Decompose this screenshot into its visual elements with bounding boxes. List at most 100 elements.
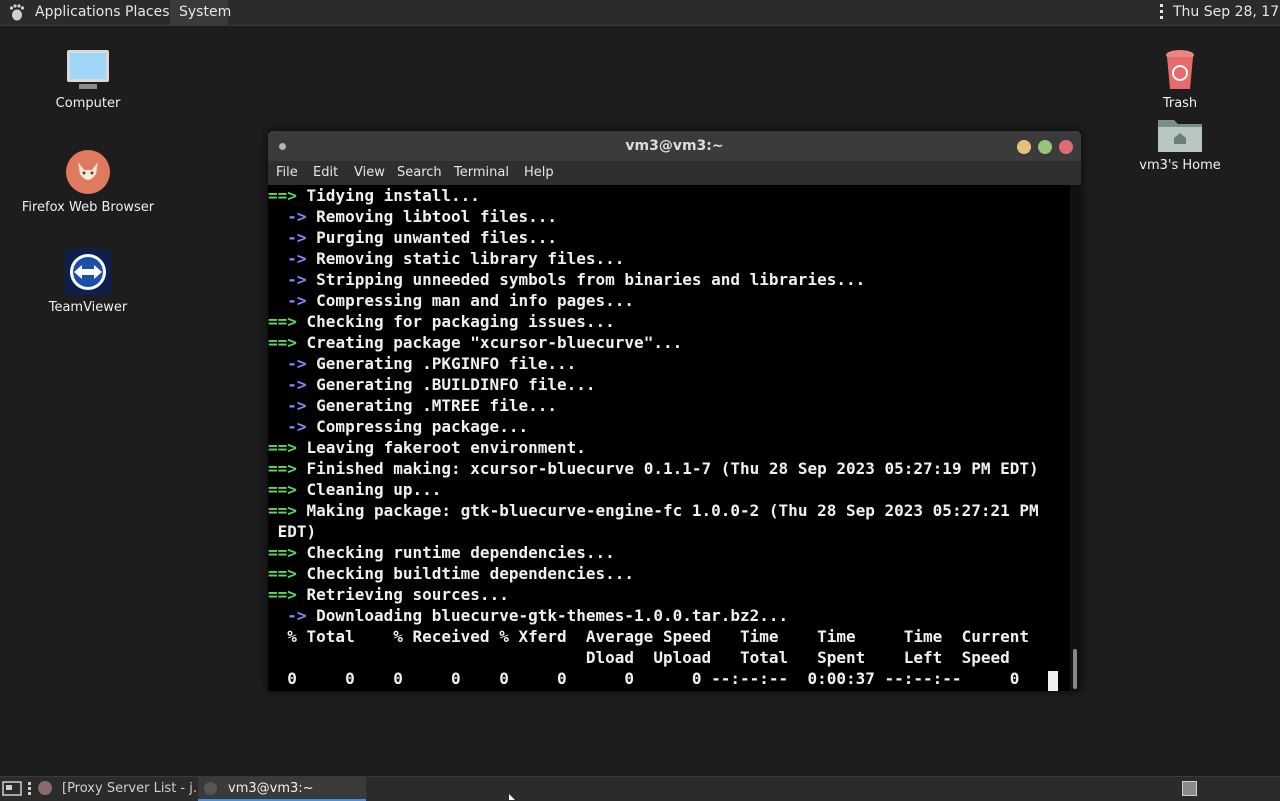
- terminal-menu-help[interactable]: Help: [524, 165, 554, 180]
- terminal-line-prefix: ==>: [268, 333, 297, 352]
- taskbar-item-label: vm3@vm3:~: [228, 781, 314, 796]
- terminal-line-prefix: ==>: [268, 543, 297, 562]
- minimize-button[interactable]: [1017, 140, 1031, 154]
- terminal-line-text: Cleaning up...: [296, 480, 442, 499]
- terminal-menubar: File Edit View Search Terminal Help: [268, 161, 1081, 185]
- terminal-line: -> Compressing package...: [268, 416, 528, 437]
- bottom-panel: [Proxy Server List - j... vm3@vm3:~: [0, 776, 1280, 801]
- maximize-button[interactable]: [1038, 140, 1052, 154]
- terminal-menu-edit[interactable]: Edit: [313, 165, 338, 180]
- panel-handle-icon[interactable]: [28, 782, 32, 796]
- terminal-line: % Total % Received % Xferd Average Speed…: [268, 626, 1029, 647]
- gnome-foot-icon[interactable]: [8, 3, 26, 21]
- terminal-line: ==> Tidying install...: [268, 185, 480, 206]
- panel-handle-icon[interactable]: [1160, 4, 1164, 21]
- terminal-line-text: Stripping unneeded symbols from binaries…: [306, 270, 866, 289]
- desktop-icon-computer[interactable]: Computer: [13, 48, 163, 111]
- terminal-line-prefix: ==>: [268, 480, 297, 499]
- terminal-window[interactable]: vm3@vm3:~ File Edit View Search Terminal…: [268, 131, 1081, 691]
- terminal-line-text: Generating .PKGINFO file...: [306, 354, 577, 373]
- terminal-line: ==> Making package: gtk-bluecurve-engine…: [268, 500, 1039, 521]
- taskbar-item-terminal[interactable]: vm3@vm3:~: [198, 777, 366, 801]
- terminal-line: ==> Checking buildtime dependencies...: [268, 563, 634, 584]
- terminal-line: -> Removing static library files...: [268, 248, 624, 269]
- terminal-line-prefix: ->: [268, 249, 307, 268]
- terminal-line: -> Purging unwanted files...: [268, 227, 557, 248]
- menu-places[interactable]: Places: [125, 4, 170, 20]
- terminal-line: ==> Creating package "xcursor-bluecurve"…: [268, 332, 682, 353]
- workspace-switcher[interactable]: [1182, 781, 1197, 796]
- terminal-line: -> Generating .PKGINFO file...: [268, 353, 576, 374]
- terminal-line: -> Generating .MTREE file...: [268, 395, 557, 416]
- terminal-line-prefix: ->: [268, 270, 307, 289]
- terminal-line-text: Retrieving sources...: [296, 585, 509, 604]
- trash-icon: [1166, 50, 1194, 89]
- firefox-icon: [66, 150, 110, 194]
- taskbar-item-proxy-list[interactable]: [Proxy Server List - j...: [34, 777, 205, 801]
- terminal-line-text: Checking buildtime dependencies...: [296, 564, 635, 583]
- desktop-icon-label: Firefox Web Browser: [21, 200, 155, 215]
- terminal-line-text: Checking runtime dependencies...: [296, 543, 615, 562]
- terminal-line-text: Removing libtool files...: [306, 207, 557, 226]
- terminal-line-text: Removing static library files...: [306, 249, 625, 268]
- terminal-line-prefix: ==>: [268, 585, 297, 604]
- scrollbar-thumb[interactable]: [1073, 649, 1077, 689]
- terminal-line-prefix: ==>: [268, 438, 297, 457]
- teamviewer-icon: [65, 249, 111, 295]
- terminal-line-text: Checking for packaging issues...: [296, 312, 615, 331]
- terminal-line: Dload Upload Total Spent Left Speed: [268, 647, 1010, 668]
- desktop-icon-teamviewer[interactable]: TeamViewer: [13, 248, 163, 315]
- home-folder-icon: [1158, 120, 1202, 152]
- terminal-line-text: Generating .MTREE file...: [306, 396, 557, 415]
- terminal-output[interactable]: ==> Tidying install... -> Removing libto…: [268, 185, 1070, 691]
- taskbar-item-label: [Proxy Server List - j...: [62, 781, 206, 796]
- desktop-icon-label: Trash: [1162, 96, 1198, 111]
- terminal-cursor: [1048, 671, 1058, 691]
- terminal-line-text: EDT): [268, 522, 317, 541]
- terminal-line-prefix: ==>: [268, 459, 297, 478]
- terminal-line-text: Leaving fakeroot environment.: [296, 438, 586, 457]
- terminal-line-prefix: ->: [268, 228, 307, 247]
- terminal-menu-view[interactable]: View: [354, 165, 385, 180]
- terminal-line: ==> Leaving fakeroot environment.: [268, 437, 586, 458]
- terminal-line-text: Dload Upload Total Spent Left Speed: [268, 648, 1010, 667]
- close-button[interactable]: [1059, 140, 1073, 154]
- terminal-line-text: Tidying install...: [296, 186, 480, 205]
- clock[interactable]: Thu Sep 28, 17:27: [1173, 4, 1280, 20]
- desktop-icon-trash[interactable]: Trash: [1105, 48, 1255, 111]
- terminal-line: EDT): [268, 521, 317, 542]
- desktop-icon-label: Computer: [55, 96, 121, 111]
- terminal-line-prefix: ==>: [268, 186, 297, 205]
- desktop-icon-home[interactable]: vm3's Home: [1105, 116, 1255, 173]
- desktop-icon-label: vm3's Home: [1139, 158, 1221, 173]
- terminal-line: -> Stripping unneeded symbols from binar…: [268, 269, 865, 290]
- desktop-icon-firefox[interactable]: Firefox Web Browser: [13, 148, 163, 215]
- terminal-line-prefix: ->: [268, 396, 307, 415]
- computer-icon: [67, 50, 109, 89]
- terminal-line: 0 0 0 0 0 0 0 0 --:--:-- 0:00:37 --:--:-…: [268, 668, 1019, 689]
- terminal-line-prefix: ==>: [268, 564, 297, 583]
- terminal-titlebar[interactable]: vm3@vm3:~: [268, 131, 1081, 161]
- terminal-line-text: Making package: gtk-bluecurve-engine-fc …: [296, 501, 1039, 520]
- terminal-line-prefix: ->: [268, 375, 307, 394]
- menu-applications[interactable]: Applications: [35, 4, 121, 20]
- terminal-line-text: 0 0 0 0 0 0 0 0 --:--:-- 0:00:37 --:--:-…: [268, 669, 1020, 688]
- terminal-line: ==> Retrieving sources...: [268, 584, 509, 605]
- terminal-menu-terminal[interactable]: Terminal: [454, 165, 509, 180]
- terminal-line-text: Finished making: xcursor-bluecurve 0.1.1…: [296, 459, 1039, 478]
- terminal-menu-search[interactable]: Search: [397, 165, 442, 180]
- terminal-line: -> Downloading bluecurve-gtk-themes-1.0.…: [268, 605, 788, 626]
- mouse-pointer-icon: [509, 794, 515, 800]
- terminal-line-text: Downloading bluecurve-gtk-themes-1.0.0.t…: [306, 606, 789, 625]
- show-desktop-icon[interactable]: [2, 781, 22, 797]
- terminal-menu-file[interactable]: File: [276, 165, 298, 180]
- terminal-line-text: Generating .BUILDINFO file...: [306, 375, 596, 394]
- terminal-line-prefix: ->: [268, 291, 307, 310]
- terminal-icon: [204, 782, 217, 795]
- terminal-line: -> Generating .BUILDINFO file...: [268, 374, 596, 395]
- terminal-line-prefix: ->: [268, 207, 307, 226]
- menu-system[interactable]: System: [179, 4, 231, 20]
- browser-icon: [38, 781, 52, 795]
- terminal-scrollbar[interactable]: [1070, 185, 1081, 691]
- desktop-icon-label: TeamViewer: [48, 300, 128, 315]
